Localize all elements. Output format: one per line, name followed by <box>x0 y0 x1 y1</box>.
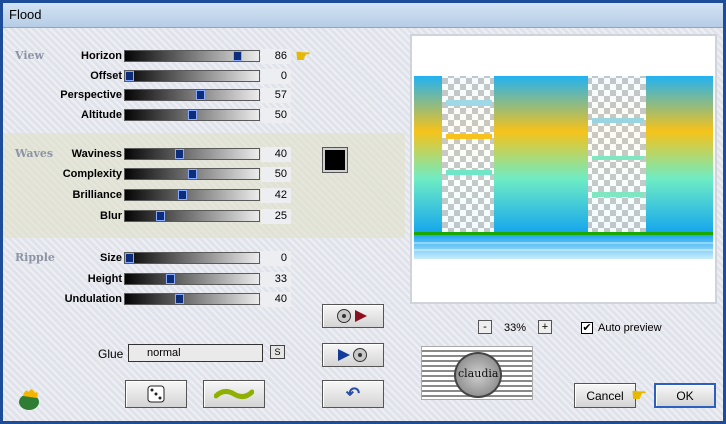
preview-area <box>410 34 717 304</box>
perspective-slider[interactable] <box>124 89 260 101</box>
slider-row-brilliance: Brilliance 42 <box>3 187 405 205</box>
blur-slider[interactable] <box>124 210 260 222</box>
window-title: Flood <box>9 7 42 22</box>
flood-dialog: Flood View Horizon 86 ☛ Offset 0 Perspec… <box>0 0 726 424</box>
logo-text: claudia <box>458 367 499 380</box>
complexity-label: Complexity <box>62 168 122 180</box>
undulation-value[interactable]: 40 <box>261 292 291 307</box>
height-slider[interactable] <box>124 273 260 285</box>
ok-button[interactable]: OK <box>654 383 716 408</box>
view-section: View Horizon 86 ☛ Offset 0 Perspective 5… <box>3 28 405 133</box>
size-slider[interactable] <box>124 252 260 264</box>
size-value[interactable]: 0 <box>261 251 291 266</box>
complexity-value[interactable]: 50 <box>261 167 291 182</box>
glue-s-button[interactable]: S <box>270 345 285 359</box>
blur-value[interactable]: 25 <box>261 209 291 224</box>
undulation-slider[interactable] <box>124 293 260 305</box>
zoom-out-button[interactable]: - <box>478 320 492 334</box>
auto-preview-label: Auto preview <box>598 322 662 334</box>
wave-icon <box>214 388 254 400</box>
horizon-value[interactable]: 86 <box>261 49 291 64</box>
blur-slider-thumb[interactable] <box>156 211 165 221</box>
slider-row-height: Height 33 <box>3 271 405 289</box>
zoom-level: 33% <box>504 322 527 334</box>
play-disc-icon <box>338 348 367 362</box>
undulation-slider-thumb[interactable] <box>175 294 184 304</box>
perspective-slider-thumb[interactable] <box>196 90 205 100</box>
waviness-slider[interactable] <box>124 148 260 160</box>
altitude-value[interactable]: 50 <box>261 108 291 123</box>
height-slider-thumb[interactable] <box>166 274 175 284</box>
altitude-slider[interactable] <box>124 109 260 121</box>
claudia-logo: claudia <box>421 346 533 400</box>
glue-select[interactable]: normal <box>128 344 263 362</box>
slider-row-altitude: Altitude 50 <box>3 107 405 125</box>
horizon-label: Horizon <box>81 50 122 62</box>
perspective-value[interactable]: 57 <box>261 88 291 103</box>
waviness-value[interactable]: 40 <box>261 147 291 162</box>
logo-emblem: claudia <box>454 352 502 398</box>
horizon-slider-thumb[interactable] <box>233 51 242 61</box>
wave-button[interactable] <box>203 380 265 408</box>
randomize-button[interactable] <box>125 380 187 408</box>
horizon-slider[interactable] <box>124 50 260 62</box>
blur-label: Blur <box>100 210 122 222</box>
dice-icon <box>147 385 165 403</box>
filter-logo-icon[interactable] <box>17 386 41 412</box>
slider-row-offset: Offset 0 <box>3 68 405 86</box>
altitude-slider-thumb[interactable] <box>188 110 197 120</box>
waviness-slider-thumb[interactable] <box>175 149 184 159</box>
load-preset-button[interactable] <box>322 304 384 328</box>
brilliance-label: Brilliance <box>72 189 122 201</box>
slider-row-horizon: Horizon 86 <box>3 48 405 66</box>
flood-preview-image <box>414 76 713 259</box>
brilliance-value[interactable]: 42 <box>261 188 291 203</box>
pointing-hand-icon: ☛ <box>631 385 648 405</box>
altitude-label: Altitude <box>81 109 122 121</box>
size-label: Size <box>99 252 122 264</box>
offset-label: Offset <box>90 70 122 82</box>
title-bar: Flood <box>3 3 723 28</box>
brilliance-slider[interactable] <box>124 189 260 201</box>
size-slider-thumb[interactable] <box>125 253 134 263</box>
offset-slider[interactable] <box>124 70 260 82</box>
reset-button[interactable]: ↶ <box>322 380 384 408</box>
slider-row-blur: Blur 25 <box>3 208 405 226</box>
pointing-hand-icon: ☛ <box>295 46 312 66</box>
auto-preview-checkbox[interactable]: ✔ <box>581 322 593 334</box>
perspective-label: Perspective <box>60 89 122 101</box>
offset-value[interactable]: 0 <box>261 69 291 84</box>
save-preset-button[interactable] <box>322 343 384 367</box>
slider-row-size: Size 0 <box>3 250 405 268</box>
undulation-label: Undulation <box>64 293 122 305</box>
glue-label: Glue <box>98 347 124 361</box>
height-value[interactable]: 33 <box>261 272 291 287</box>
disc-play-icon <box>337 309 367 323</box>
brilliance-slider-thumb[interactable] <box>178 190 187 200</box>
undo-arrow-icon: ↶ <box>345 384 361 403</box>
offset-slider-thumb[interactable] <box>125 71 134 81</box>
height-label: Height <box>87 273 122 285</box>
waviness-label: Waviness <box>71 148 122 160</box>
zoom-in-button[interactable]: + <box>538 320 552 334</box>
complexity-slider-thumb[interactable] <box>188 169 197 179</box>
wave-color-swatch[interactable] <box>323 148 347 172</box>
dialog-panel: View Horizon 86 ☛ Offset 0 Perspective 5… <box>3 28 723 421</box>
cancel-button[interactable]: Cancel <box>574 383 636 408</box>
slider-row-perspective: Perspective 57 <box>3 87 405 105</box>
complexity-slider[interactable] <box>124 168 260 180</box>
